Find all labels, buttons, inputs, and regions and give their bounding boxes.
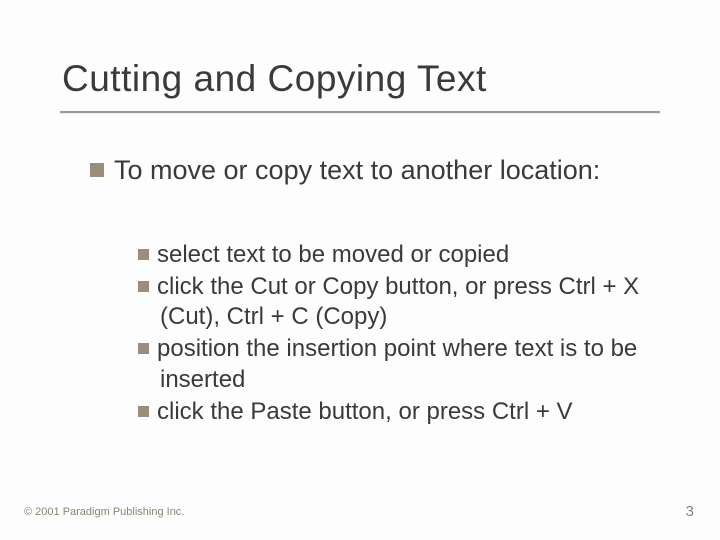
list-item-text: click the Cut or Copy button, or press C… [157,273,639,331]
list-item: click the Paste button, or press Ctrl + … [138,397,678,428]
list-item-text: select text to be moved or copied [157,241,509,268]
bullet-level-2-list: select text to be moved or copied click … [138,240,678,428]
list-item: select text to be moved or copied [138,240,678,271]
square-bullet-icon [90,163,104,177]
bullet-level-1: To move or copy text to another location… [90,154,660,188]
page-number: 3 [686,503,694,520]
list-item-text: position the insertion point where text … [157,335,637,393]
list-item: position the insertion point where text … [138,334,678,395]
level1-text: To move or copy text to another location… [114,155,600,185]
copyright-text: © 2001 Paradigm Publishing Inc. [24,506,184,518]
slide-title: Cutting and Copying Text [62,58,487,100]
square-bullet-icon [138,281,149,292]
list-item-text: click the Paste button, or press Ctrl + … [157,398,573,425]
slide: Cutting and Copying Text To move or copy… [0,0,720,540]
square-bullet-icon [138,249,149,260]
title-underline [60,111,660,113]
list-item: click the Cut or Copy button, or press C… [138,272,678,333]
square-bullet-icon [138,343,149,354]
square-bullet-icon [138,406,149,417]
